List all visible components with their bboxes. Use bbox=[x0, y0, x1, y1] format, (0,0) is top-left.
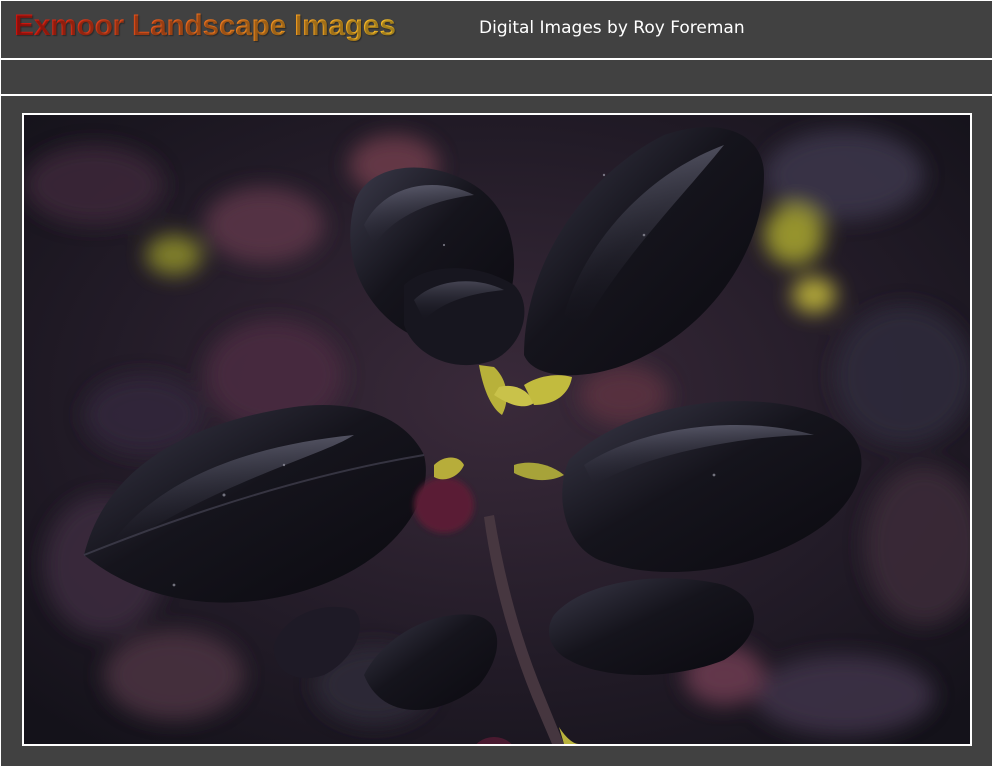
site-title[interactable]: Exmoor Landscape Images bbox=[14, 9, 396, 43]
main-photo[interactable] bbox=[22, 113, 972, 746]
nav-bar bbox=[1, 60, 992, 94]
header-bar: Exmoor Landscape Images Digital Images b… bbox=[1, 1, 992, 58]
site-subtitle: Digital Images by Roy Foreman bbox=[479, 18, 745, 38]
page: Exmoor Landscape Images Digital Images b… bbox=[0, 0, 993, 767]
photo-image bbox=[24, 115, 970, 744]
